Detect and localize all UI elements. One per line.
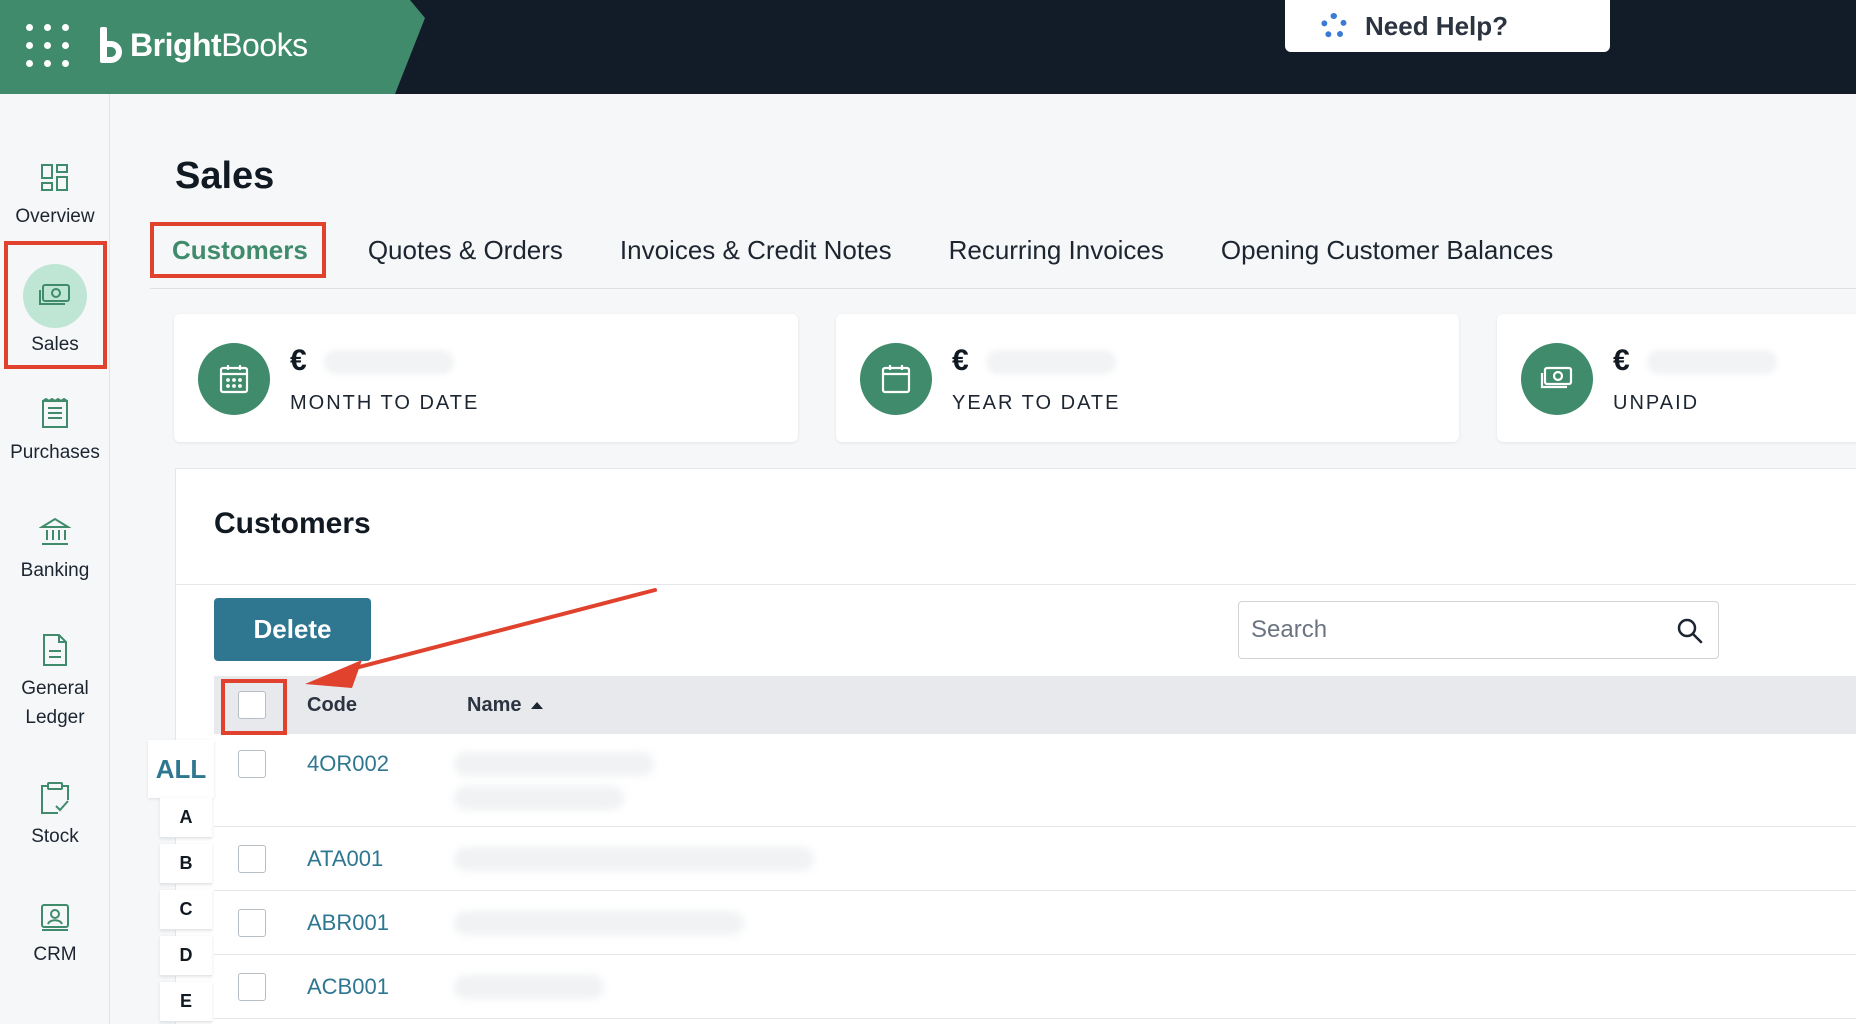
alpha-filter-e[interactable]: E <box>160 982 212 1022</box>
top-bar: BrightBooks Need Help? <box>0 0 1856 94</box>
brightbooks-logo[interactable]: BrightBooks <box>98 22 308 68</box>
sidebar-item-general-ledger[interactable]: General Ledger <box>0 626 110 733</box>
sidebar-item-banking[interactable]: Banking <box>0 508 110 586</box>
sidebar-item-label-line2: Ledger <box>25 707 85 728</box>
redacted-name <box>454 975 604 999</box>
alpha-filter-a[interactable]: A <box>160 798 212 838</box>
delete-button[interactable]: Delete <box>214 598 371 661</box>
redacted-name <box>454 752 654 776</box>
sidebar-item-label: Stock <box>31 826 79 847</box>
calendar-grid-icon <box>198 343 270 415</box>
sidebar-item-stock[interactable]: Stock <box>0 774 110 852</box>
brand-name-bold: Bright <box>130 26 222 63</box>
customer-code-link[interactable]: 4OR002 <box>307 751 389 777</box>
kpi-label: YEAR TO DATE <box>952 392 1121 414</box>
kpi-redacted-value <box>324 350 454 374</box>
sidebar-item-label: CRM <box>33 944 77 965</box>
annotation-box-select-all <box>221 679 287 735</box>
kpi-redacted-value <box>1647 350 1777 374</box>
sidebar-item-purchases[interactable]: Purchases <box>0 390 110 468</box>
table-header: Code Name <box>214 676 1856 734</box>
kpi-currency: € <box>290 344 307 377</box>
cash-icon <box>1521 343 1593 415</box>
kpi-month-to-date[interactable]: € MONTH TO DATE <box>174 314 798 442</box>
customers-panel: Customers Delete Code Name 4OR002 ATA001… <box>175 468 1856 1024</box>
tabs-divider <box>150 288 1856 289</box>
logo-mark-icon <box>98 27 124 63</box>
app-launcher-icon[interactable] <box>26 24 70 68</box>
table-row[interactable]: ACB001 <box>214 955 1856 1019</box>
need-help-label: Need Help? <box>1365 10 1509 41</box>
table-row[interactable]: 4OR002 <box>214 734 1856 827</box>
sales-tabs: Customers Quotes & Orders Invoices & Cre… <box>150 222 1577 278</box>
calendar-icon <box>860 343 932 415</box>
annotation-box-customers-tab <box>150 222 326 278</box>
search-input[interactable] <box>1251 616 1651 644</box>
redacted-name-secondary <box>454 786 624 810</box>
row-checkbox[interactable] <box>238 750 266 778</box>
tab-quotes-orders[interactable]: Quotes & Orders <box>344 224 587 276</box>
sidebar-item-overview[interactable]: Overview <box>0 154 110 232</box>
table-row[interactable]: ATA001 <box>214 827 1856 891</box>
sidebar-item-crm[interactable]: CRM <box>0 892 110 970</box>
search-field[interactable] <box>1238 601 1719 659</box>
kpi-year-to-date[interactable]: € YEAR TO DATE <box>836 314 1459 442</box>
redacted-name <box>454 911 744 935</box>
customers-panel-title: Customers <box>214 507 371 540</box>
brand-name-light: Books <box>221 26 308 63</box>
sidebar: Overview Sales Purchases Banking General… <box>0 94 110 1024</box>
bank-icon <box>31 508 79 556</box>
kpi-redacted-value <box>986 350 1116 374</box>
need-help-button[interactable]: Need Help? <box>1285 0 1610 52</box>
kpi-label: MONTH TO DATE <box>290 392 480 414</box>
alpha-filter-d[interactable]: D <box>160 936 212 976</box>
clipboard-check-icon <box>31 774 79 822</box>
kpi-currency: € <box>1613 344 1630 377</box>
alpha-filter-c[interactable]: C <box>160 890 212 930</box>
kpi-label: UNPAID <box>1613 392 1700 414</box>
customer-code-link[interactable]: ACB001 <box>307 974 389 1000</box>
redacted-name <box>454 847 814 871</box>
alpha-filter-b[interactable]: B <box>160 844 212 884</box>
annotation-box-sales <box>4 241 107 369</box>
sidebar-item-label: Banking <box>20 560 90 581</box>
kpi-currency: € <box>952 344 969 377</box>
page-title: Sales <box>175 155 275 197</box>
contact-card-icon <box>31 892 79 940</box>
column-header-name-label: Name <box>467 693 522 716</box>
lifebuoy-icon <box>1321 13 1347 39</box>
panel-divider <box>176 584 1856 585</box>
sidebar-item-label: Purchases <box>10 442 100 463</box>
column-header-name[interactable]: Name <box>467 676 544 734</box>
alpha-filter-all[interactable]: ALL <box>148 740 214 798</box>
customer-code-link[interactable]: ATA001 <box>307 846 383 872</box>
customer-code-link[interactable]: ABR001 <box>307 910 389 936</box>
receipt-icon <box>31 390 79 438</box>
kpi-unpaid[interactable]: € UNPAID <box>1497 314 1856 442</box>
tab-recurring-invoices[interactable]: Recurring Invoices <box>925 224 1188 276</box>
column-header-code[interactable]: Code <box>307 676 357 734</box>
search-icon[interactable] <box>1676 617 1704 645</box>
sidebar-item-label-line1: General <box>21 678 89 699</box>
sort-ascending-icon <box>531 701 544 709</box>
row-checkbox[interactable] <box>238 845 266 873</box>
table-row[interactable]: ABR001 <box>214 891 1856 955</box>
sidebar-item-label: Overview <box>15 206 95 227</box>
tab-opening-customer-balances[interactable]: Opening Customer Balances <box>1197 224 1577 276</box>
row-checkbox[interactable] <box>238 909 266 937</box>
document-icon <box>31 626 79 674</box>
grid-icon <box>31 154 79 202</box>
row-checkbox[interactable] <box>238 973 266 1001</box>
tab-invoices-credit-notes[interactable]: Invoices & Credit Notes <box>596 224 916 276</box>
